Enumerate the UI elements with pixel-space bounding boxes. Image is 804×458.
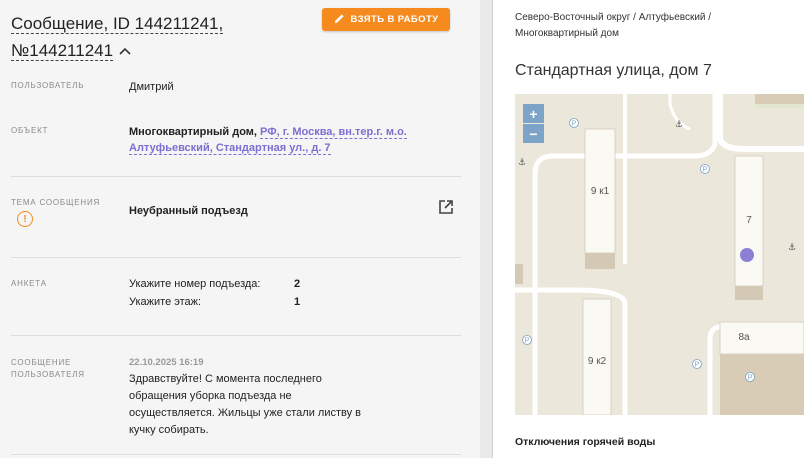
pencil-icon (334, 13, 345, 27)
message-title[interactable]: Сообщение, ID 144211241, №144211241 (11, 11, 311, 64)
building-label-9k1: 9 к1 (591, 186, 610, 197)
survey-answer: 2 (294, 278, 301, 290)
object-label: ОБЪЕКТ (11, 126, 49, 135)
object-type: Многоквартирный дом, (129, 126, 257, 138)
message-title-line1: Сообщение, ID 144211241, (11, 14, 224, 34)
user-row: ПОЛЬЗОВАТЕЛЬ Дмитрий (11, 80, 461, 100)
take-to-work-button[interactable]: ВЗЯТЬ В РАБОТУ (322, 8, 450, 31)
parking-icon: P (703, 167, 708, 174)
warning-icon: ! (17, 211, 33, 227)
details-panel: Северо-Восточный округ / Алтуфьевский / М… (494, 0, 804, 458)
survey-question: Укажите этаж: (129, 296, 202, 308)
parking-icon: P (748, 375, 753, 382)
poi-icon: ⚓ (675, 120, 683, 130)
object-value: Многоквартирный дом, РФ, г. Москва, вн.т… (129, 124, 449, 156)
panel-resize-handle[interactable] (480, 0, 493, 458)
parking-icon: P (695, 362, 700, 369)
divider (11, 454, 461, 455)
map-canvas: 9 к1 7 8а 9 к2 P P P P P ⚓ ⚓ ⚓ (515, 94, 804, 415)
message-title-line2: №144211241 (11, 41, 114, 61)
user-message-label: СООБЩЕНИЕ ПОЛЬЗОВАТЕЛЯ (11, 358, 85, 379)
external-link-icon[interactable] (438, 199, 454, 215)
address-title: Стандартная улица, дом 7 (515, 62, 712, 79)
poi-icon: ⚓ (788, 243, 796, 253)
breadcrumb: Северо-Восточный округ / Алтуфьевский / М… (515, 12, 712, 39)
object-address-link-1[interactable]: РФ, г. Москва, вн.тер.г. м.о. (260, 126, 407, 139)
topic-value: Неубранный подъезд (129, 205, 248, 217)
parking-icon: P (525, 338, 530, 345)
parking-icon: P (572, 121, 577, 128)
building-label-9k2: 9 к2 (588, 356, 607, 367)
zoom-in-button[interactable]: + (523, 104, 544, 123)
take-to-work-label: ВЗЯТЬ В РАБОТУ (350, 14, 439, 25)
poi-icon: ⚓ (518, 158, 526, 168)
user-message-row: СООБЩЕНИЕ ПОЛЬЗОВАТЕЛЯ 22.10.2025 16:19 З… (11, 357, 461, 437)
object-address-link-2[interactable]: Алтуфьевский, Стандартная ул., д. 7 (129, 142, 331, 155)
building-label-7: 7 (746, 215, 752, 226)
divider (11, 335, 461, 336)
hot-water-outage-title: Отключения горячей воды (515, 436, 656, 448)
location-marker[interactable] (740, 248, 754, 262)
object-row: ОБЪЕКТ Многоквартирный дом, РФ, г. Москв… (11, 125, 461, 165)
message-text: Здравствуйте! С момента последнего обращ… (129, 373, 362, 436)
divider (11, 176, 461, 177)
user-label: ПОЛЬЗОВАТЕЛЬ (11, 81, 85, 90)
survey-row: АНКЕТА Укажите номер подъезда: 2 Укажите… (11, 278, 461, 318)
survey-label: АНКЕТА (11, 279, 47, 288)
building-label-8a: 8а (738, 332, 750, 343)
map[interactable]: 9 к1 7 8а 9 к2 P P P P P ⚓ ⚓ ⚓ + − (515, 94, 804, 415)
survey-question: Укажите номер подъезда: (129, 278, 261, 290)
message-date: 22.10.2025 16:19 (129, 357, 204, 368)
zoom-out-button[interactable]: − (523, 124, 544, 143)
divider (11, 257, 461, 258)
user-value: Дмитрий (129, 81, 174, 93)
topic-row: ТЕМА СООБЩЕНИЯ ! Неубранный подъезд (11, 197, 461, 237)
survey-answer: 1 (294, 296, 301, 308)
chevron-up-icon[interactable] (119, 37, 131, 63)
topic-label: ТЕМА СООБЩЕНИЯ (11, 198, 101, 207)
message-panel: Сообщение, ID 144211241, №144211241 ВЗЯТ… (0, 0, 480, 458)
